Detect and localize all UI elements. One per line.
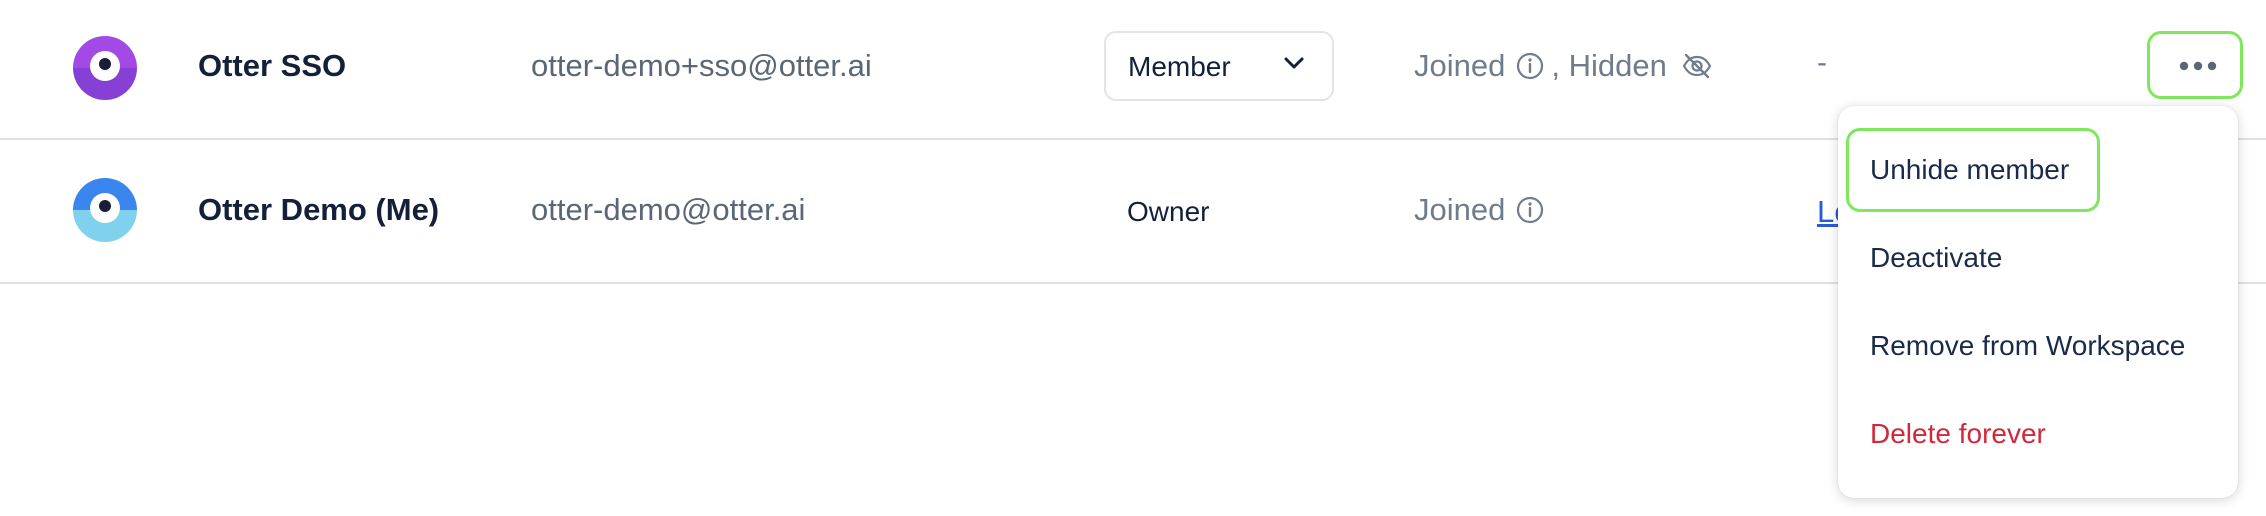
member-name: Otter SSO (198, 48, 347, 83)
menu-item-unhide-member[interactable]: Unhide member (1870, 154, 2069, 186)
status-hidden-text: , Hidden (1551, 48, 1667, 83)
menu-item-delete-forever[interactable]: Delete forever (1870, 418, 2046, 450)
status-joined-text: Joined (1414, 48, 1506, 83)
member-name: Otter Demo (Me) (198, 192, 440, 227)
menu-item-remove-from-workspace[interactable]: Remove from Workspace (1870, 330, 2185, 362)
member-status: Joined , Hidden (1414, 48, 1719, 84)
role-dropdown-label: Member (1128, 51, 1231, 82)
otter-avatar-icon (73, 178, 137, 242)
otter-avatar-icon (73, 36, 137, 100)
member-extra: - (1817, 46, 1827, 79)
status-joined-text: Joined (1414, 192, 1506, 227)
member-email: otter-demo@otter.ai (531, 192, 806, 227)
role-dropdown[interactable]: Member (1104, 31, 1334, 101)
more-actions-button[interactable] (2147, 31, 2243, 99)
member-email: otter-demo+sso@otter.ai (531, 48, 872, 83)
info-icon[interactable] (1515, 51, 1545, 81)
member-actions-menu: Unhide member Deactivate Remove from Wor… (1838, 106, 2238, 498)
member-status: Joined (1414, 192, 1551, 228)
role-label: Owner (1127, 196, 1210, 227)
menu-item-deactivate[interactable]: Deactivate (1870, 242, 2002, 274)
chevron-down-icon (1284, 57, 1304, 76)
more-dots-icon (2179, 61, 2217, 71)
info-icon[interactable] (1515, 195, 1545, 225)
eye-off-icon (1681, 51, 1713, 81)
